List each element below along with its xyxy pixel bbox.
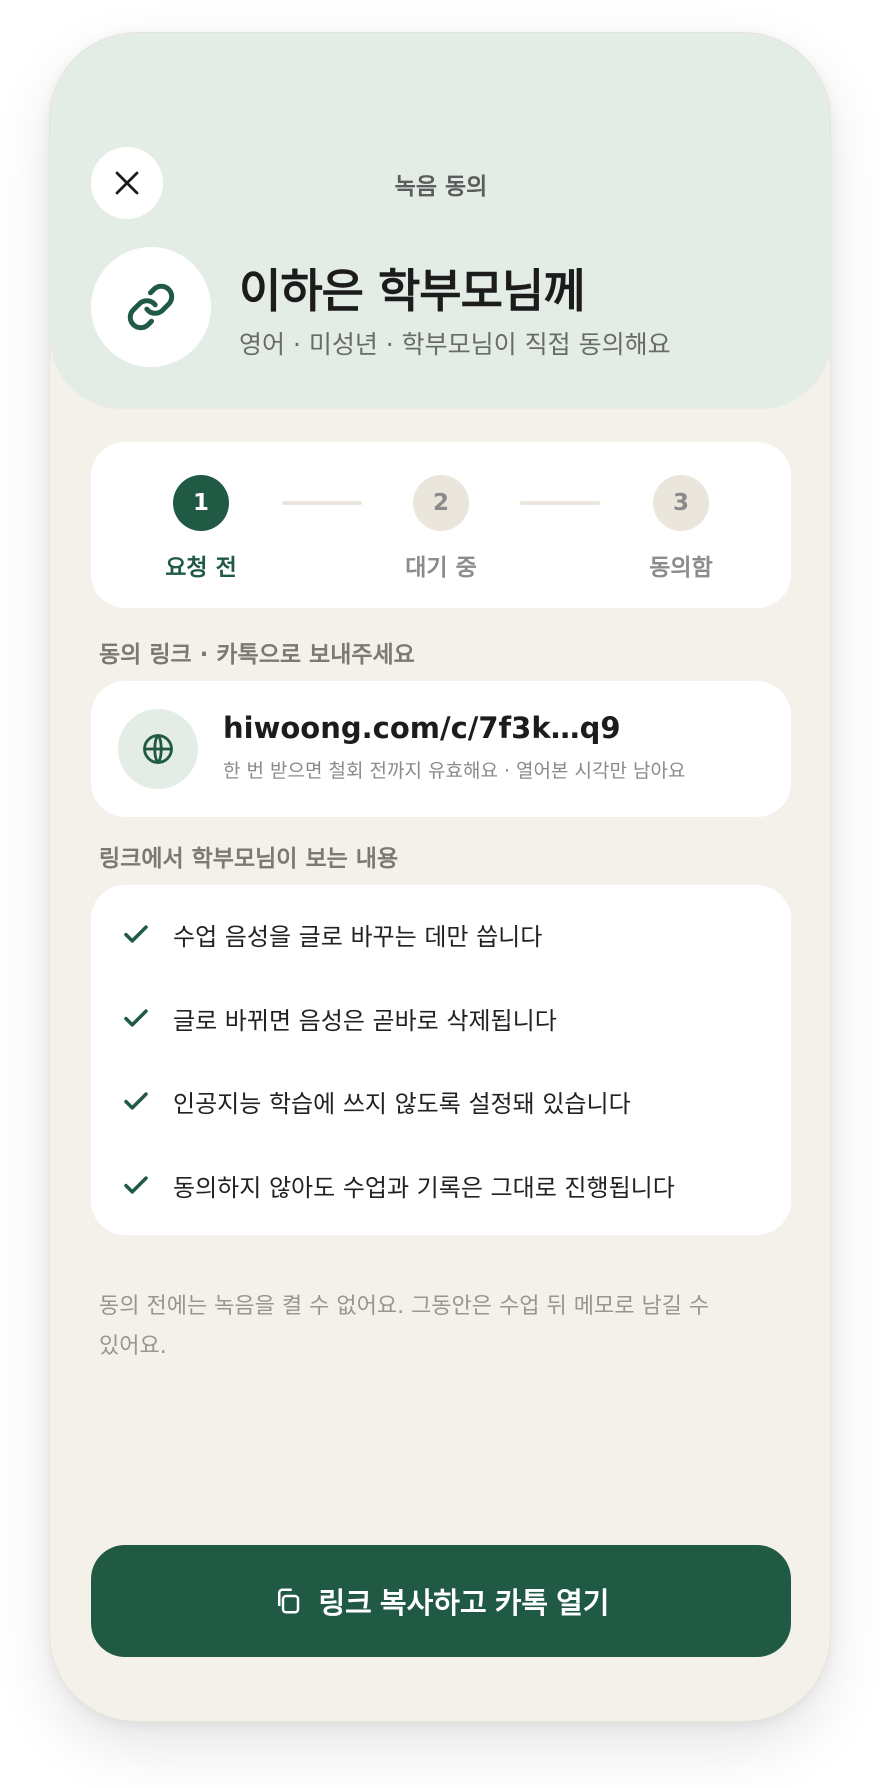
phone-screen: 녹음 동의 이하은 학부모님께 영어 · 미성년 · 학부모님이 직접 동의해요… — [49, 32, 831, 1722]
step-2-label: 대기 중 — [405, 555, 477, 581]
list-item-text: 수업 음성을 글로 바꾸는 데만 씁니다 — [173, 922, 543, 951]
list-item: 인공지능 학습에 쓰지 않도록 설정돼 있습니다 — [121, 1081, 771, 1121]
list-item: 수업 음성을 글로 바꾸는 데만 씁니다 — [121, 914, 771, 954]
check-icon — [124, 1092, 148, 1110]
step-1-label: 요청 전 — [165, 555, 237, 581]
recipient-name: 이하은 학부모님께 — [239, 264, 586, 318]
cta-label: 링크 복사하고 카톡 열기 — [318, 1588, 610, 1620]
step-connector — [520, 501, 600, 505]
consent-link-card[interactable]: hiwoong.com/c/7f3k…q9 한 번 받으면 철회 전까지 유효해… — [91, 681, 791, 817]
list-item: 글로 바뀌면 음성은 곧바로 삭제됩니다 — [121, 998, 771, 1038]
recipient-subtitle: 영어 · 미성년 · 학부모님이 직접 동의해요 — [239, 330, 671, 359]
step-connector — [282, 501, 362, 505]
parent-view-list: 수업 음성을 글로 바꾸는 데만 씁니다 글로 바뀌면 음성은 곧바로 삭제됩니… — [91, 885, 791, 1235]
list-item-text: 인공지능 학습에 쓰지 않도록 설정돼 있습니다 — [173, 1089, 631, 1118]
page-title: 녹음 동의 — [394, 174, 488, 200]
copy-icon — [277, 1588, 299, 1614]
list-item-text: 동의하지 않아도 수업과 기록은 그대로 진행됩니다 — [173, 1173, 675, 1202]
consent-link-note: 한 번 받으면 철회 전까지 유효해요 · 열어본 시각만 남아요 — [223, 760, 686, 782]
globe-icon — [143, 734, 173, 764]
check-icon — [124, 1009, 148, 1027]
step-3-circle: 3 — [653, 475, 709, 531]
list-item: 동의하지 않아도 수업과 기록은 그대로 진행됩니다 — [121, 1165, 771, 1205]
check-icon — [124, 1176, 148, 1194]
list-item-text: 글로 바뀌면 음성은 곧바로 삭제됩니다 — [173, 1006, 557, 1035]
globe-avatar — [118, 709, 198, 789]
link-section-label: 동의 링크 · 카톡으로 보내주세요 — [99, 642, 415, 668]
info-section-label: 링크에서 학부모님이 보는 내용 — [99, 846, 399, 872]
step-2-circle: 2 — [413, 475, 469, 531]
link-avatar — [91, 247, 211, 367]
progress-stepper: 1 2 3 요청 전 대기 중 동의함 — [91, 442, 791, 608]
step-1-circle: 1 — [173, 475, 229, 531]
footnote: 동의 전에는 녹음을 켤 수 없어요. 그동안은 수업 뒤 메모로 남길 수 있… — [99, 1294, 710, 1359]
copy-link-open-kakao-button[interactable]: 링크 복사하고 카톡 열기 — [91, 1545, 791, 1657]
consent-link-url[interactable]: hiwoong.com/c/7f3k…q9 — [223, 711, 621, 745]
check-icon — [124, 925, 148, 943]
step-3-label: 동의함 — [649, 555, 713, 581]
link-icon — [127, 283, 175, 331]
header: 녹음 동의 이하은 학부모님께 영어 · 미성년 · 학부모님이 직접 동의해요 — [50, 33, 830, 409]
